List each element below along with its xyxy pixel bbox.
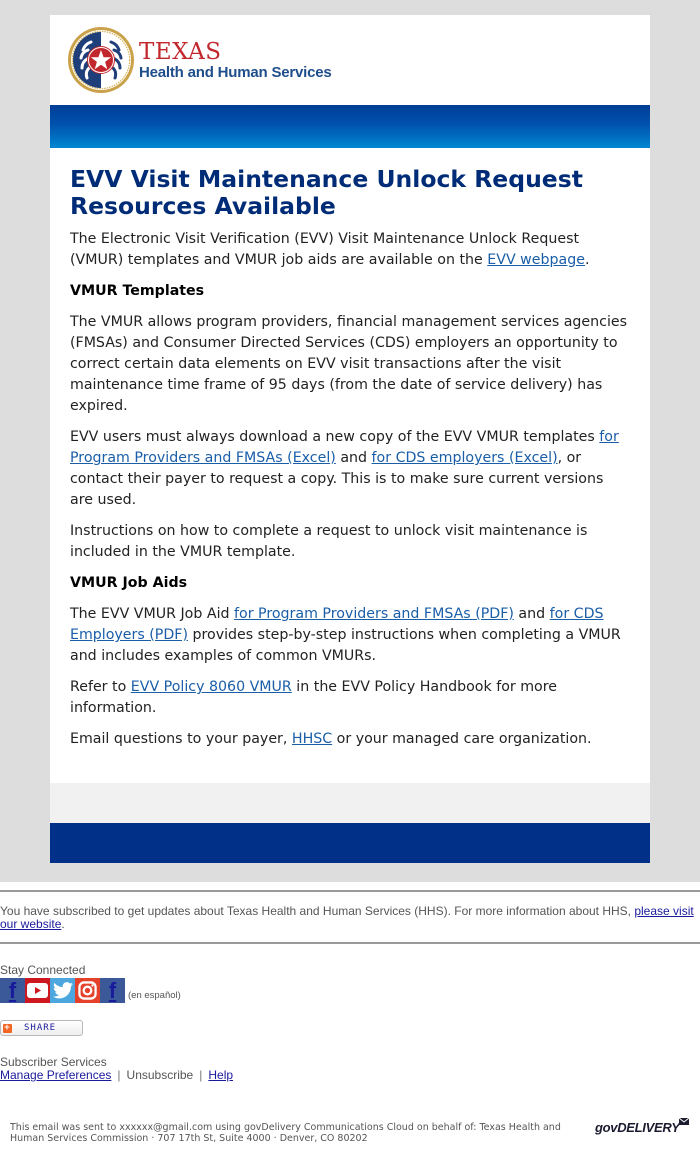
manage-preferences-link[interactable]: Manage Preferences (0, 1068, 111, 1082)
social-links: f f (en español) (0, 978, 700, 1003)
brand-hhs: Health and Human Services (139, 64, 332, 81)
article-body: EVV Visit Maintenance Unlock Request Res… (50, 148, 650, 778)
evv-policy-8060-link[interactable]: EVV Policy 8060 VMUR (131, 679, 292, 695)
unsubscribe-link[interactable]: Unsubscribe (127, 1068, 194, 1082)
youtube-icon[interactable] (25, 978, 50, 1003)
texas-hhs-seal-icon (68, 27, 134, 93)
job-aids-paragraph-1: The EVV VMUR Job Aid for Program Provide… (70, 604, 630, 667)
instagram-icon[interactable] (75, 978, 100, 1003)
envelope-icon (679, 1118, 689, 1125)
intro-paragraph: The Electronic Visit Verification (EVV) … (70, 229, 630, 271)
espanol-label: (en español) (128, 990, 181, 1001)
share-label: SHARE (24, 1023, 57, 1033)
templates-paragraph-3: Instructions on how to complete a reques… (70, 523, 588, 560)
email-background: TEXAS Health and Human Services EVV Visi… (0, 0, 700, 882)
intro-text-end: . (584, 252, 590, 268)
article-title: EVV Visit Maintenance Unlock Request Res… (70, 165, 583, 220)
legal-footer: This email was sent to xxxxxx@gmail.com … (0, 1118, 700, 1154)
text: and (335, 450, 372, 466)
evv-webpage-link[interactable]: EVV webpage (487, 252, 585, 268)
job-aids-paragraph-2: Refer to EVV Policy 8060 VMUR in the EVV… (70, 677, 630, 719)
subscription-notice: You have subscribed to get updates about… (0, 892, 700, 942)
help-link[interactable]: Help (208, 1068, 233, 1082)
govdelivery-wordmark: govDELIVERY (595, 1120, 680, 1135)
email-footer: You have subscribed to get updates about… (0, 882, 700, 1082)
job-aids-paragraph-3: Email questions to your payer, HHSC or y… (70, 729, 630, 750)
text: or your managed care organization. (332, 731, 592, 747)
facebook-icon[interactable]: f (0, 978, 25, 1003)
text: . (61, 917, 65, 931)
templates-paragraph-2: EVV users must always download a new cop… (70, 427, 630, 511)
brand-texas: TEXAS (139, 39, 222, 65)
navy-footer-band (50, 823, 650, 863)
twitter-icon[interactable] (50, 978, 75, 1003)
cds-employers-excel-link[interactable]: for CDS employers (Excel) (372, 450, 558, 466)
email-header: TEXAS Health and Human Services (50, 15, 650, 105)
text: The EVV VMUR Job Aid (70, 606, 235, 622)
plus-icon: + (3, 1022, 12, 1033)
subscriber-services-label: Subscriber Services (0, 1055, 107, 1069)
blue-banner (50, 105, 650, 148)
text: Refer to (70, 679, 131, 695)
legal-text: This email was sent to xxxxxx@gmail.com … (10, 1122, 561, 1144)
govdelivery-logo[interactable]: govDELIVERY (595, 1118, 689, 1135)
share-button[interactable]: + SHARE (0, 1020, 83, 1036)
separator: | (117, 1068, 121, 1082)
program-providers-pdf-link[interactable]: for Program Providers and FMSAs (PDF) (234, 606, 514, 622)
text: Email questions to your payer, (70, 731, 292, 747)
email-card: TEXAS Health and Human Services EVV Visi… (50, 15, 650, 863)
section-heading-job-aids: VMUR Job Aids (70, 575, 188, 591)
text: EVV users must always download a new cop… (70, 429, 600, 445)
section-heading-templates: VMUR Templates (70, 283, 205, 299)
separator: | (199, 1068, 203, 1082)
brand-wordmark: TEXAS Health and Human Services (139, 40, 332, 82)
templates-paragraph-1: The VMUR allows program providers, finan… (70, 314, 628, 414)
subscription-text: You have subscribed to get updates about… (0, 904, 635, 918)
hhsc-link[interactable]: HHSC (292, 731, 332, 747)
grey-footer-band (50, 783, 650, 823)
text: and (513, 606, 550, 622)
facebook-espanol-icon[interactable]: f (100, 978, 125, 1003)
subscriber-links: Manage Preferences | Unsubscribe | Help (0, 1068, 700, 1082)
stay-connected-label: Stay Connected (0, 963, 86, 977)
